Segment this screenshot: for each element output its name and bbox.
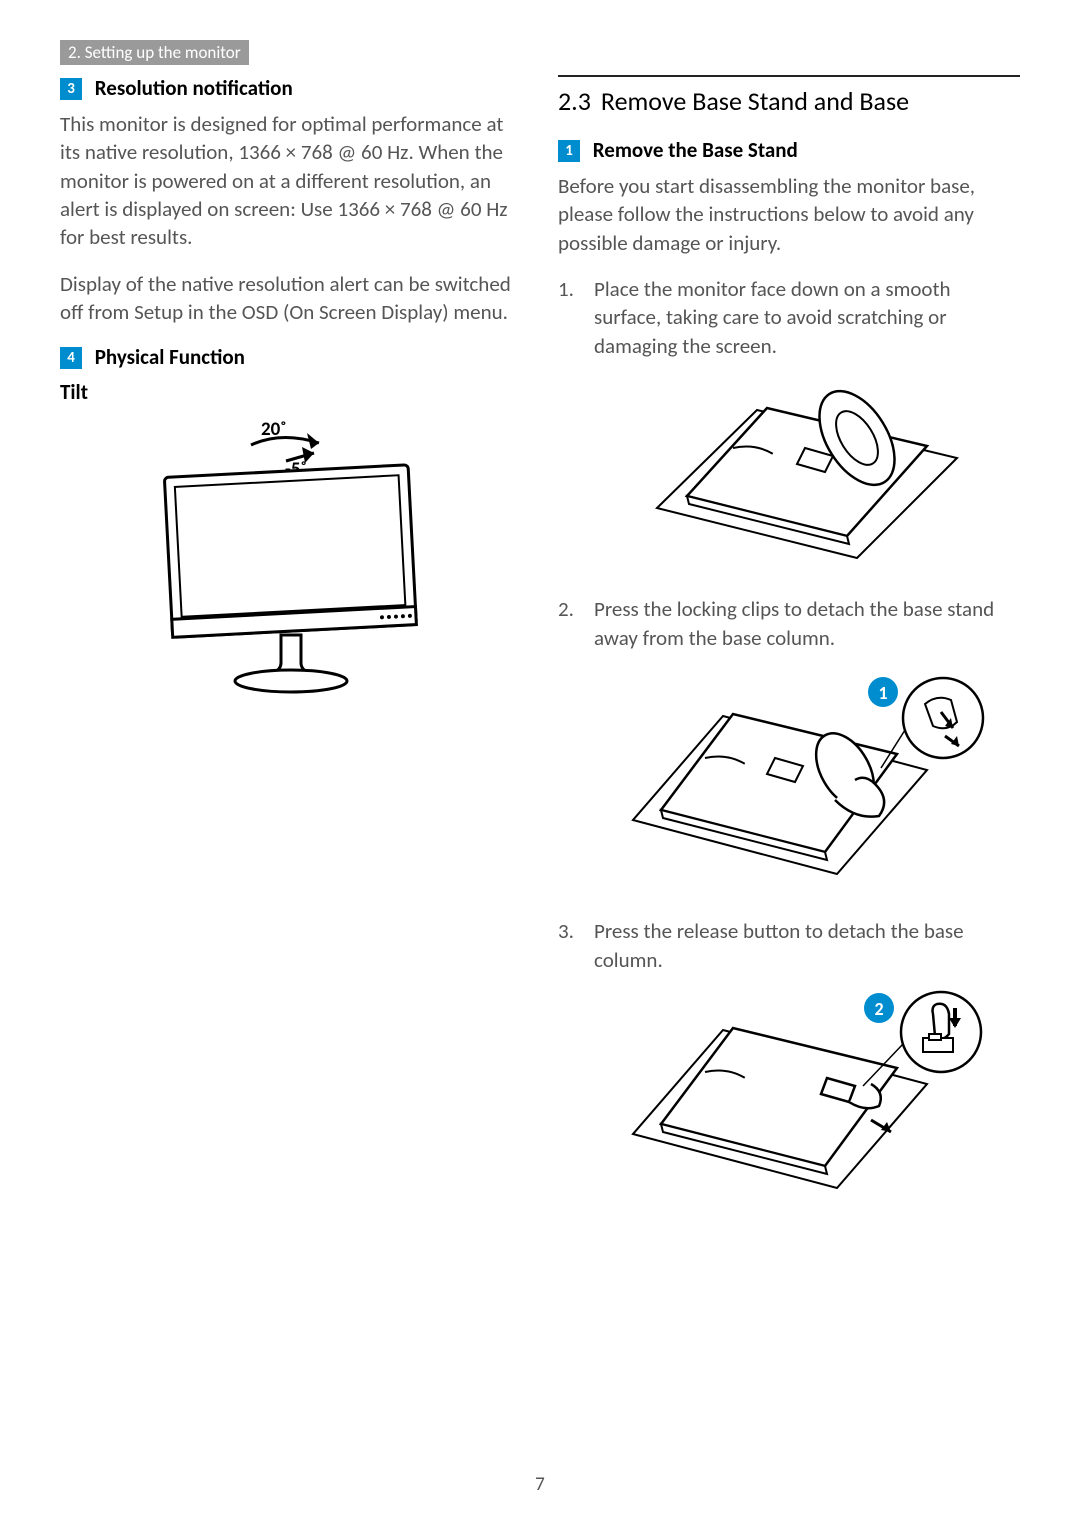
two-column-layout: 3 Resolution notification This monitor i… <box>60 75 1020 1229</box>
step-2-figure: 1 <box>594 660 1020 897</box>
resolution-para-1: This monitor is designed for optimal per… <box>60 110 522 252</box>
subheading-remove-base: 1 Remove the Base Stand <box>558 137 1020 164</box>
section-2-3-title: 2.3 Remove Base Stand and Base <box>558 85 1020 117</box>
step-2-text: Press the locking clips to detach the ba… <box>594 596 994 650</box>
section-number: 2.3 <box>558 85 591 117</box>
badge-1-icon: 1 <box>558 140 580 162</box>
section-title-text: Remove Base Stand and Base <box>601 85 909 117</box>
left-column: 3 Resolution notification This monitor i… <box>60 75 522 1229</box>
callout-2-badge: 2 <box>874 998 883 1020</box>
tilt-label: Tilt <box>60 379 522 405</box>
subheading-remove-base-text: Remove the Base Stand <box>593 137 798 163</box>
step-1: Place the monitor face down on a smooth … <box>558 275 1020 575</box>
resolution-para-2: Display of the native resolution alert c… <box>60 270 522 327</box>
section-divider <box>558 75 1020 77</box>
tilt-figure: 20˚ -5˚ <box>60 413 522 709</box>
detach-clips-illustration: 1 <box>627 660 987 890</box>
callout-1-badge: 1 <box>878 682 887 704</box>
right-column: 2.3 Remove Base Stand and Base 1 Remove … <box>558 75 1020 1229</box>
badge-3-icon: 3 <box>60 78 82 100</box>
subheading-physical: 4 Physical Function <box>60 344 522 371</box>
step-2: Press the locking clips to detach the ba… <box>558 595 1020 897</box>
monitor-facedown-illustration <box>647 368 967 568</box>
remove-base-steps: Place the monitor face down on a smooth … <box>558 275 1020 1209</box>
subheading-resolution-text: Resolution notification <box>95 75 293 101</box>
step-3-text: Press the release button to detach the b… <box>594 918 964 972</box>
subheading-resolution: 3 Resolution notification <box>60 75 522 102</box>
badge-4-icon: 4 <box>60 347 82 369</box>
step-1-text: Place the monitor face down on a smooth … <box>594 276 951 359</box>
step-3: Press the release button to detach the b… <box>558 917 1020 1209</box>
remove-base-intro: Before you start disassembling the monit… <box>558 172 1020 257</box>
detach-column-illustration: 2 <box>627 982 987 1202</box>
step-1-figure <box>594 368 1020 575</box>
chapter-header-tab: 2. Setting up the monitor <box>60 40 249 65</box>
subheading-physical-text: Physical Function <box>95 344 245 370</box>
tilt-monitor-illustration: 20˚ -5˚ <box>131 413 451 703</box>
page-number: 7 <box>0 1473 1080 1496</box>
step-3-figure: 2 <box>594 982 1020 1209</box>
